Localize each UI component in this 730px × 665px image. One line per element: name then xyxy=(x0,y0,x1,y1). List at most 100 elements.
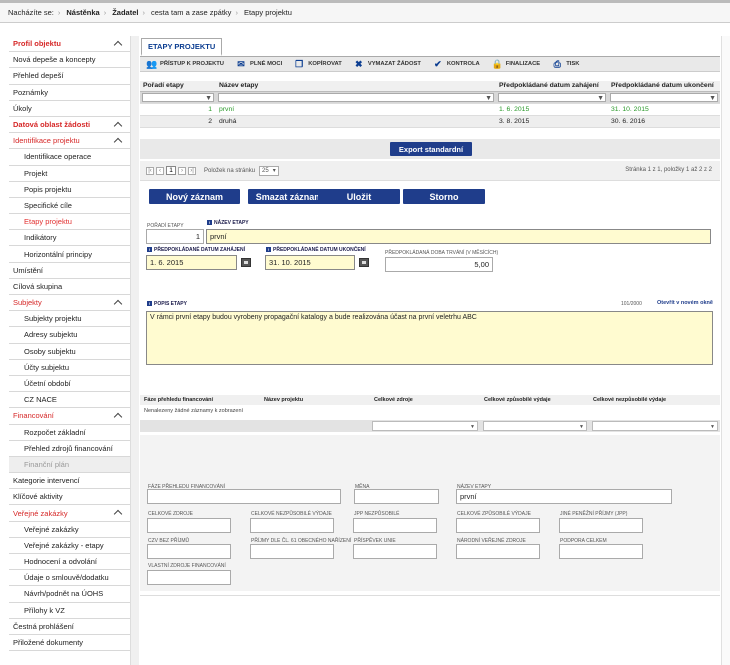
sidebar-item[interactable]: Subjekty xyxy=(9,295,130,312)
sidebar-item[interactable]: Popis projektu xyxy=(9,182,130,198)
toolbar-button[interactable]: ✖ VYMAZAT ŽÁDOST xyxy=(354,59,421,69)
chevron-up-icon[interactable] xyxy=(114,138,124,144)
export-button[interactable]: Export standardní xyxy=(390,142,472,156)
sidebar-item[interactable]: Úkoly xyxy=(9,101,130,117)
sidebar-item[interactable]: Identifikace projektu xyxy=(9,133,130,150)
filter-poradi[interactable]: ▼ xyxy=(142,92,214,102)
filter-start[interactable]: ▼ xyxy=(498,92,606,102)
sidebar-item[interactable]: Přílohy k VZ xyxy=(9,603,130,619)
fin-col-faze[interactable]: Fáze přehledu financování xyxy=(144,397,213,403)
col-start[interactable]: Předpokládané datum zahájení xyxy=(496,81,608,92)
toolbar-button[interactable]: 🔒 FINALIZACE xyxy=(492,59,540,69)
sidebar-item-label: Účetní období xyxy=(24,379,71,389)
sidebar-item[interactable]: Datová oblast žádosti xyxy=(9,117,130,134)
end-date-field[interactable]: 31. 10. 2015 xyxy=(265,255,355,270)
sidebar-item[interactable]: Kategorie intervencí xyxy=(9,473,130,490)
fin-col-nezpusobile[interactable]: Celkové nezpůsobilé výdaje xyxy=(593,397,666,403)
breadcrumb-project[interactable]: cesta tam a zase zpátky xyxy=(151,8,231,17)
sidebar-item[interactable]: Specifické cíle xyxy=(9,198,130,215)
sidebar-item[interactable]: Indikátory xyxy=(9,230,130,247)
filter-end[interactable]: ▼ xyxy=(610,92,718,102)
filter-nazev[interactable]: ▼ xyxy=(218,92,494,102)
sidebar-item[interactable]: Veřejné zakázky xyxy=(9,505,130,522)
sidebar-item[interactable]: Subjekty projektu xyxy=(9,311,130,328)
sidebar-item[interactable]: Účty subjektu xyxy=(9,360,130,376)
filter-icon[interactable]: ▼ xyxy=(709,95,716,102)
col-end[interactable]: Předpokládané datum ukončení xyxy=(608,81,720,92)
open-new-window-link[interactable]: Otevřít v novém okně xyxy=(657,300,713,306)
nazev-field[interactable]: první xyxy=(206,229,711,244)
sidebar-item[interactable]: Umístění xyxy=(9,263,130,279)
toolbar-button[interactable]: ❐ KOPÍROVAT xyxy=(294,59,342,69)
last-page-icon[interactable]: ›| xyxy=(188,166,196,175)
toolbar-button[interactable]: ✉ PLNÉ MOCI xyxy=(236,59,282,69)
breadcrumb-zadatel[interactable]: Žadatel xyxy=(112,8,138,17)
save-button[interactable]: Uložit xyxy=(318,189,400,204)
sidebar-item[interactable]: Finanční plán xyxy=(9,456,130,474)
filter-icon[interactable]: ▼ xyxy=(597,95,604,102)
cancel-button[interactable]: Storno xyxy=(403,189,485,204)
sidebar-item[interactable]: Poznámky xyxy=(9,85,130,101)
first-page-icon[interactable]: |‹ xyxy=(146,166,154,175)
sidebar-item[interactable]: Přehled zdrojů financování xyxy=(9,441,130,457)
sidebar-item[interactable]: Financování xyxy=(9,408,130,425)
new-record-button[interactable]: Nový záznam xyxy=(149,189,240,204)
filter-icon[interactable]: ▼ xyxy=(205,95,212,102)
sidebar-item[interactable]: Veřejné zakázky xyxy=(9,522,130,538)
page-number[interactable]: 1 xyxy=(166,166,176,175)
sidebar-item[interactable]: Profil objektu xyxy=(9,36,130,53)
toolbar-button[interactable]: ⎙ TISK xyxy=(552,59,580,69)
toolbar-button[interactable]: 👥 PŘÍSTUP K PROJEKTU xyxy=(146,59,224,69)
chevron-up-icon[interactable] xyxy=(114,413,124,419)
sidebar-item[interactable]: Etapy projektu xyxy=(9,214,130,231)
calendar-icon[interactable] xyxy=(359,258,369,267)
sidebar-item[interactable]: Horizontální principy xyxy=(9,246,130,263)
sidebar-item[interactable]: Hodnocení a odvolání xyxy=(9,554,130,571)
financing-form: FÁZE PŘEHLEDU FINANCOVÁNÍ MĚNA NÁZEV ETA… xyxy=(140,435,720,591)
fin-col-nazev[interactable]: Název projektu xyxy=(264,397,303,403)
tab-etapy-projektu[interactable]: ETAPY PROJEKTU xyxy=(141,38,223,56)
chevron-down-icon: ▾ xyxy=(272,168,276,174)
sidebar-item[interactable]: Osoby subjektu xyxy=(9,344,130,360)
table-row[interactable]: 1 první 1. 6. 2015 31. 10. 2015 xyxy=(140,103,720,116)
sidebar-item[interactable]: Adresy subjektu xyxy=(9,327,130,344)
sidebar-scrollbar[interactable] xyxy=(131,36,139,665)
sidebar-item[interactable]: Přehled depeší xyxy=(9,68,130,85)
sidebar-item[interactable]: Údaje o smlouvě/dodatku xyxy=(9,570,130,587)
chevron-up-icon[interactable] xyxy=(114,300,124,306)
col-poradi[interactable]: Pořadí etapy xyxy=(140,81,216,92)
sidebar-item[interactable]: Klíčové aktivity xyxy=(9,489,130,506)
popis-textarea[interactable]: V rámci první etapy budou vyrobeny propa… xyxy=(146,311,713,365)
prev-page-icon[interactable]: ‹ xyxy=(156,166,164,175)
chevron-up-icon[interactable] xyxy=(114,122,124,128)
toolbar-button[interactable]: ✔ KONTROLA xyxy=(433,59,480,69)
sidebar-item[interactable]: Přiložené dokumenty xyxy=(9,635,130,652)
page-scrollbar[interactable] xyxy=(721,36,730,665)
chevron-up-icon[interactable] xyxy=(114,41,124,47)
sidebar-item[interactable]: CZ NACE xyxy=(9,392,130,409)
sidebar-item[interactable]: Účetní období xyxy=(9,376,130,393)
sidebar-item[interactable]: Projekt xyxy=(9,166,130,182)
fin-filter-dropdown[interactable] xyxy=(372,421,478,431)
col-nazev[interactable]: Název etapy xyxy=(216,81,496,92)
fin-filter-dropdown[interactable] xyxy=(483,421,587,431)
sidebar-item[interactable]: Rozpočet základní xyxy=(9,425,130,441)
sidebar-item[interactable]: Návrh/podnět na ÚOHS xyxy=(9,586,130,603)
poradi-field[interactable]: 1 xyxy=(146,229,204,244)
fin-col-zdroje[interactable]: Celkové zdroje xyxy=(374,397,413,403)
table-row[interactable]: 2 druhá 3. 8. 2015 30. 6. 2016 xyxy=(140,115,720,128)
next-page-icon[interactable]: › xyxy=(178,166,186,175)
calendar-icon[interactable] xyxy=(241,258,251,267)
sidebar-item[interactable]: Čestná prohlášení xyxy=(9,619,130,635)
sidebar-item[interactable]: Nová depeše a koncepty xyxy=(9,52,130,69)
sidebar-item[interactable]: Identifikace operace xyxy=(9,149,130,166)
fin-col-zpusobile[interactable]: Celkové způsobilé výdaje xyxy=(484,397,551,403)
breadcrumb-nastenka[interactable]: Nástěnka xyxy=(66,8,99,17)
sidebar-item[interactable]: Cílová skupina xyxy=(9,279,130,295)
fin-filter-dropdown[interactable] xyxy=(592,421,718,431)
filter-icon[interactable]: ▼ xyxy=(485,95,492,102)
start-date-field[interactable]: 1. 6. 2015 xyxy=(146,255,237,270)
chevron-up-icon[interactable] xyxy=(114,510,124,516)
sidebar-item[interactable]: Veřejné zakázky - etapy xyxy=(9,538,130,554)
per-page-select[interactable]: 25 ▾ xyxy=(259,165,279,176)
